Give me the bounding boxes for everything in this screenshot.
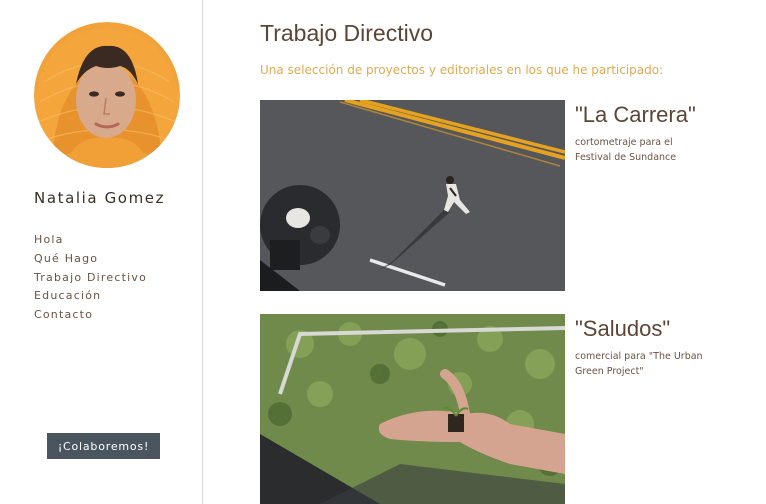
project-title[interactable]: "Saludos" <box>575 316 670 342</box>
page-title: Trabajo Directivo <box>260 20 433 46</box>
nav-item-educacion[interactable]: Educación <box>34 287 147 306</box>
nav-item-contacto[interactable]: Contacto <box>34 306 147 325</box>
avatar <box>34 22 180 168</box>
project-image[interactable] <box>260 314 565 504</box>
sidebar-nav: Hola Qué Hago Trabajo Directivo Educació… <box>34 231 147 325</box>
nav-item-trabajo-directivo[interactable]: Trabajo Directivo <box>34 269 147 288</box>
project-description: cortometraje para el Festival de Sundanc… <box>575 137 677 163</box>
sidebar: Natalia Gomez Hola Qué Hago Trabajo Dire… <box>0 0 203 504</box>
project-image[interactable] <box>260 100 565 291</box>
nav-item-que-hago[interactable]: Qué Hago <box>34 250 147 269</box>
project-title[interactable]: "La Carrera" <box>575 102 696 128</box>
street-photo <box>260 100 565 291</box>
collaborate-button[interactable]: ¡Colaboremos! <box>47 433 160 459</box>
main-content: Trabajo Directivo Una selección de proye… <box>260 0 766 504</box>
avatar-photo <box>34 22 180 168</box>
page-subtitle: Una selección de proyectos y editoriales… <box>260 63 664 77</box>
project-description: comercial para "The Urban Green Project" <box>575 351 703 377</box>
nav-item-hola[interactable]: Hola <box>34 231 147 250</box>
garden-photo <box>260 314 565 504</box>
profile-name: Natalia Gomez <box>34 189 166 207</box>
